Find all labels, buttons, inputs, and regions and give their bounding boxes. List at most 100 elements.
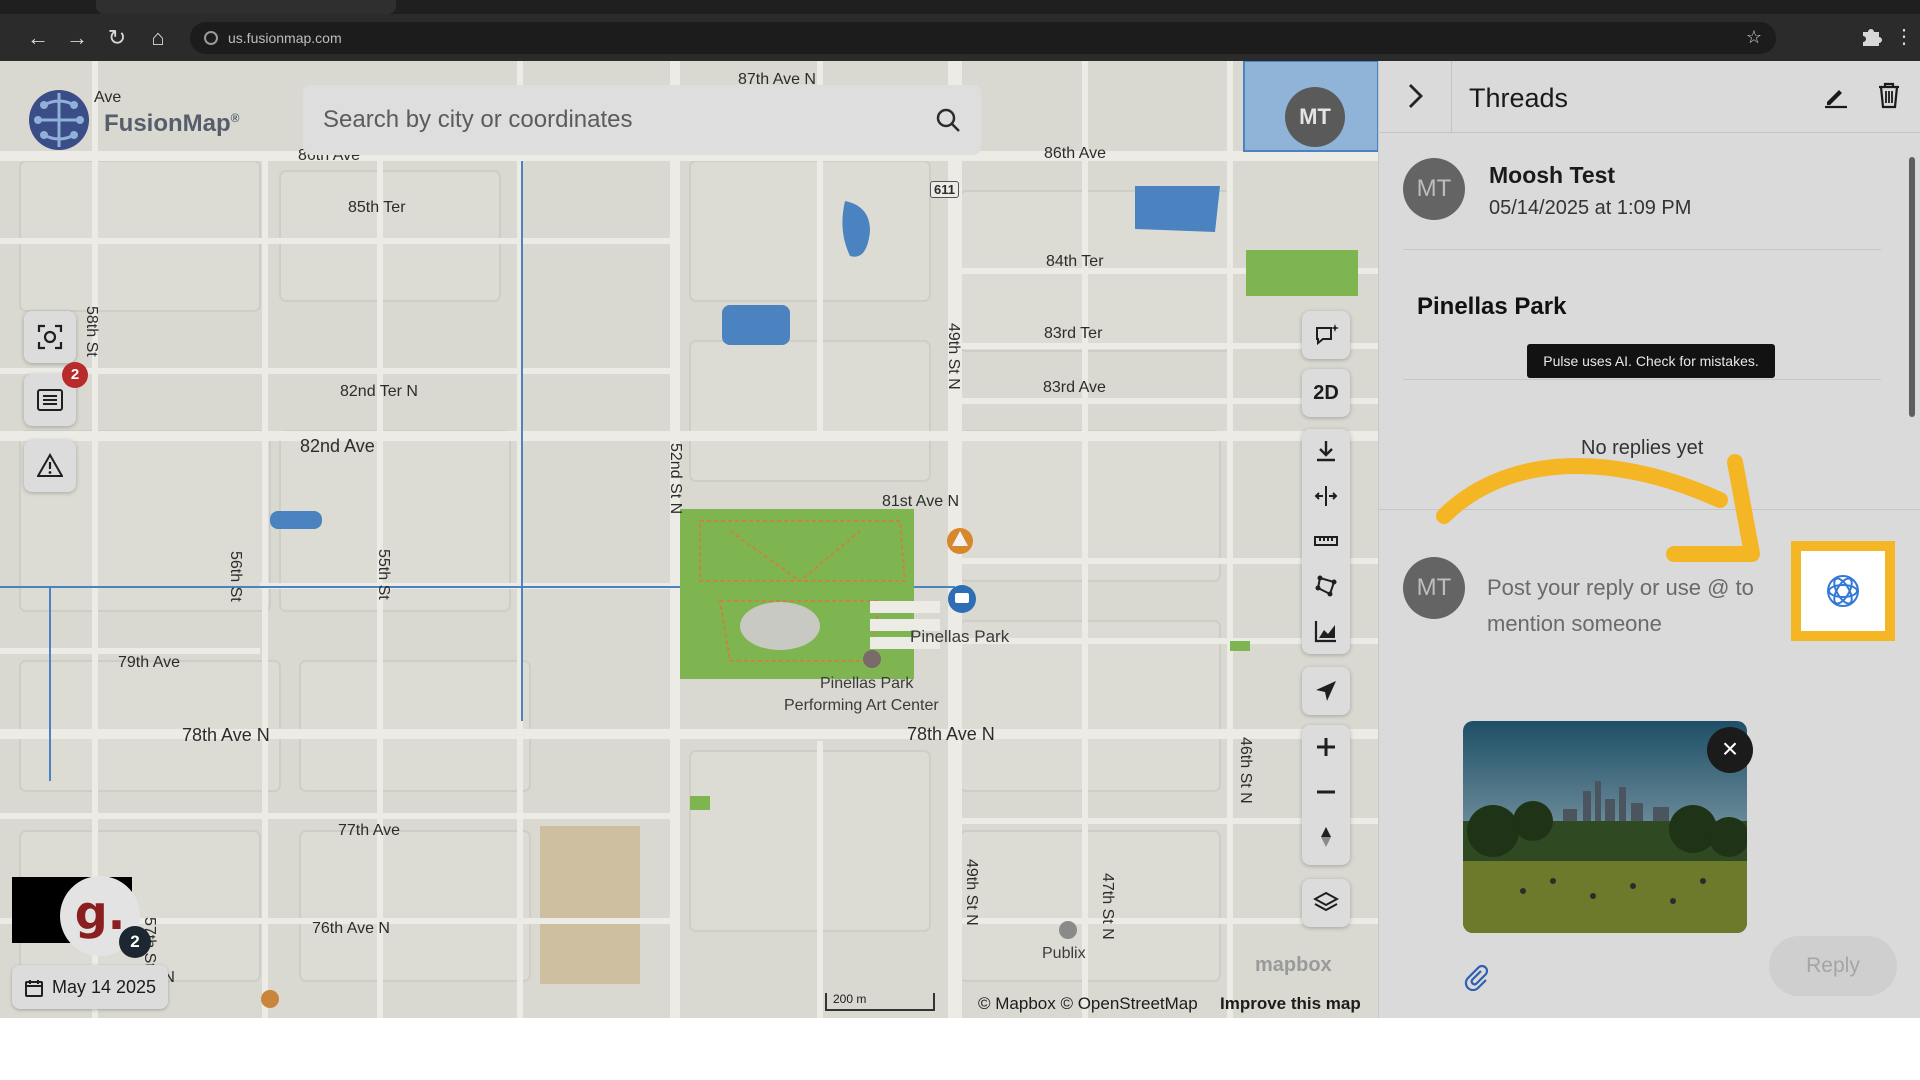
street-label: 77th Ave: [338, 822, 400, 839]
street-label: 81st Ave N: [882, 493, 960, 510]
threads-button[interactable]: 2: [24, 362, 88, 426]
analytics-button[interactable]: [1302, 609, 1350, 654]
street-label: 49th St N: [963, 859, 980, 926]
ai-assist-button[interactable]: [1801, 551, 1885, 631]
scale-bar: 200 m: [825, 993, 935, 1011]
registered-mark: ®: [230, 111, 240, 125]
ai-insight-cell[interactable]: [1302, 311, 1350, 356]
panel-header: Threads: [1379, 61, 1920, 133]
thread-place: Pinellas Park: [1417, 293, 1567, 320]
back-icon[interactable]: ←: [24, 24, 52, 52]
scrollbar-thumb[interactable]: [1909, 157, 1915, 417]
plus-icon: [1317, 738, 1335, 756]
delete-button[interactable]: [1876, 81, 1902, 114]
street-label: 83rd Ter: [1044, 325, 1103, 342]
poi-label[interactable]: Pinellas Park: [910, 627, 1009, 647]
street-label: 58th St: [83, 306, 100, 357]
measure-button[interactable]: [1302, 519, 1350, 564]
site-info-icon[interactable]: [204, 31, 218, 45]
collapse-panel-button[interactable]: [1405, 81, 1427, 119]
search-input[interactable]: [323, 103, 923, 137]
poi-label[interactable]: Performing Art Center: [784, 697, 939, 715]
chat-sparkle-icon: [1316, 324, 1339, 346]
attach-file-button[interactable]: [1463, 963, 1489, 996]
draw-polygon-button[interactable]: [1302, 564, 1350, 609]
layers-icon: [1313, 891, 1339, 912]
copyright-text[interactable]: © Mapbox © OpenStreetMap: [978, 994, 1198, 1014]
toggle-2d-button[interactable]: 2D: [1302, 369, 1350, 417]
street-label: 78th Ave N: [907, 724, 995, 744]
locate-cell[interactable]: [1302, 667, 1350, 712]
url-text[interactable]: us.fusionmap.com: [228, 30, 342, 46]
polygon-icon: [1315, 575, 1337, 597]
pencil-icon: [1825, 90, 1847, 109]
search-icon[interactable]: [935, 107, 961, 133]
annotation-arrow: [1436, 454, 1760, 562]
locate-button[interactable]: [1302, 667, 1350, 715]
remove-image-button[interactable]: ×: [1707, 727, 1753, 773]
trash-icon: [1879, 82, 1899, 109]
active-tab[interactable]: [96, 0, 396, 14]
street-label: 49th St N: [945, 323, 962, 390]
map-canvas[interactable]: 87th Ave N 86th Ave 86th Ave 85th Ter 84…: [0, 61, 1378, 1018]
panel-scrollbar[interactable]: [1909, 149, 1915, 449]
edit-button[interactable]: [1823, 83, 1849, 114]
attached-image-thumbnail[interactable]: [1463, 721, 1747, 933]
layers-button[interactable]: [1302, 879, 1350, 927]
notification-count-badge[interactable]: 2: [119, 926, 151, 958]
compare-button[interactable]: [1302, 474, 1350, 519]
mapbox-logo[interactable]: mapbox: [1255, 954, 1332, 977]
improve-map-link[interactable]: Improve this map: [1220, 994, 1361, 1014]
date-selector[interactable]: May 14 2025: [12, 965, 168, 1009]
forward-icon[interactable]: →: [63, 24, 91, 52]
alerts-button[interactable]: [24, 440, 76, 492]
chevron-right-icon: [1409, 84, 1423, 108]
browser-menu-icon[interactable]: ⋮: [1894, 24, 1914, 49]
navigation-arrow-icon: [1316, 681, 1336, 701]
bookmark-star-icon[interactable]: ☆: [1746, 27, 1762, 48]
map-tools-group: [1302, 429, 1350, 654]
map-base-layer: [0, 61, 1378, 1018]
compass-button[interactable]: [1302, 815, 1350, 860]
street-label: 86th Ave: [1044, 145, 1106, 162]
zoom-in-button[interactable]: [1302, 725, 1350, 770]
layers-cell[interactable]: [1302, 879, 1350, 924]
paperclip-icon: [1464, 964, 1489, 992]
zoom-out-button[interactable]: [1302, 770, 1350, 815]
street-label: 55th St: [375, 549, 392, 600]
author-avatar[interactable]: MT: [1403, 158, 1465, 220]
street-label: 82nd Ter N: [340, 383, 418, 400]
search-bar[interactable]: [303, 85, 981, 155]
threads-count-badge: 2: [62, 362, 88, 388]
download-button[interactable]: [1302, 429, 1350, 474]
poi-label[interactable]: Pinellas Park: [820, 675, 913, 693]
fusionmap-logo[interactable]: FusionMap®: [24, 85, 254, 155]
minus-icon: [1317, 790, 1335, 794]
home-icon[interactable]: ⌂: [144, 24, 172, 52]
poi-label[interactable]: Publix: [1042, 945, 1086, 963]
tab-strip: [0, 0, 1920, 14]
puzzle-icon[interactable]: [1860, 26, 1882, 54]
browser-toolbar: ← → ↻ ⌂ us.fusionmap.com ☆ ⋮: [0, 14, 1920, 61]
reply-submit-button[interactable]: Reply: [1769, 936, 1897, 996]
compass-icon: [1321, 827, 1331, 847]
calendar-icon: [25, 980, 43, 997]
screen: ← → ↻ ⌂ us.fusionmap.com ☆ ⋮ 87th Ave N …: [0, 0, 1920, 1018]
street-label: 84th Ter: [1046, 253, 1104, 270]
scan-area-button[interactable]: [24, 311, 76, 363]
map-user-avatar[interactable]: MT: [1285, 87, 1345, 147]
street-label: 76th Ave N: [312, 920, 390, 937]
street-label: 82nd Ave: [300, 436, 375, 456]
map-attribution: 200 m © Mapbox © OpenStreetMap Improve t…: [820, 991, 1378, 1018]
header-divider: [1451, 61, 1452, 133]
warning-icon: [37, 453, 63, 477]
brand-name: FusionMap®: [104, 110, 240, 138]
street-label: 52nd St N: [667, 443, 684, 515]
reload-icon[interactable]: ↻: [103, 24, 131, 52]
ai-insight-button[interactable]: [1302, 311, 1350, 359]
scan-icon: [37, 324, 63, 350]
date-label: May 14 2025: [52, 977, 157, 997]
street-label: 79th Ave: [118, 654, 180, 671]
reply-input[interactable]: [1487, 570, 1777, 650]
address-bar[interactable]: us.fusionmap.com ☆: [190, 22, 1776, 54]
